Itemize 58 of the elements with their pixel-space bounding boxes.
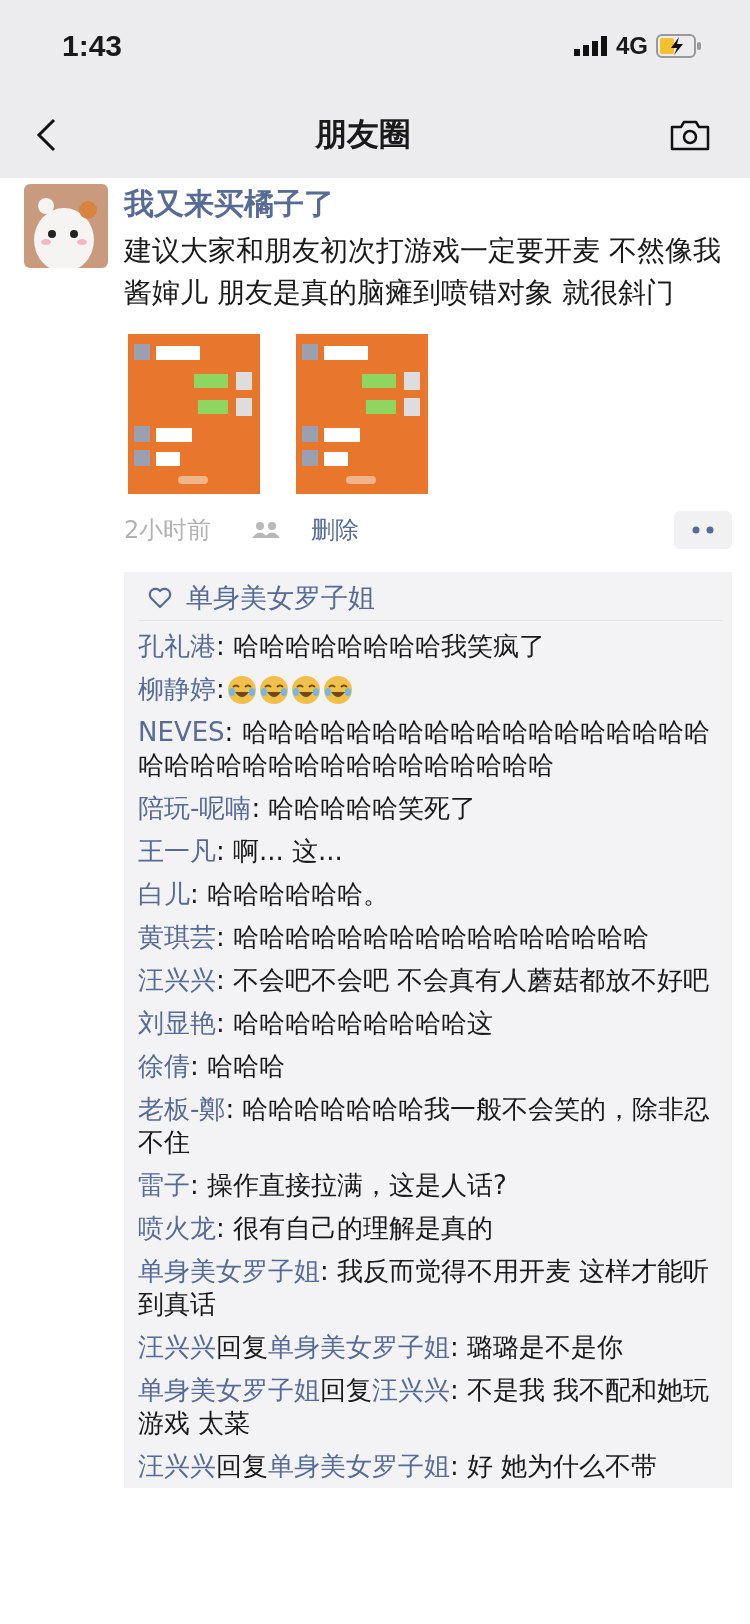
author-name-link[interactable]: 我又来买橘子了 [124, 184, 732, 224]
comment-text: 黄琪芸: 哈哈哈哈哈哈哈哈哈哈哈哈哈哈哈哈 [138, 921, 651, 954]
laughing-emoji-icon [290, 674, 321, 705]
comment-text: 雷子: 操作直接拉满，这是人话? [138, 1169, 508, 1202]
comment-text: NEVES: 哈哈哈哈哈哈哈哈哈哈哈哈哈哈哈哈哈哈哈哈哈哈哈哈哈哈哈哈哈哈哈哈哈哈 [138, 716, 711, 782]
page-title: 朋友圈 [315, 114, 411, 155]
signal-icon [574, 36, 608, 56]
comment-text: 喷火龙: 很有自己的理解是真的 [138, 1212, 495, 1245]
commenter-name-link[interactable]: 单身美女罗子姐 [138, 1375, 320, 1405]
commenter-name-link[interactable]: 汪兴兴 [138, 965, 216, 995]
post-time: 2小时前 [124, 515, 212, 546]
commenter-name-link[interactable]: NEVES [138, 717, 225, 747]
comment-text: 老板-鄭: 哈哈哈哈哈哈哈我一般不会笑的，除非忍不住 [138, 1093, 712, 1159]
comment-text: 汪兴兴回复单身美女罗子姐: 好 她为什么不带 [138, 1450, 659, 1483]
status-time: 1:43 [62, 29, 123, 63]
comment-text: 刘显艳: 哈哈哈哈哈哈哈哈哈这 [138, 1007, 495, 1040]
commenter-name-link[interactable]: 陪玩-呢喃 [138, 793, 252, 823]
commenter-name-link[interactable]: 徐倩 [138, 1051, 190, 1081]
commenter-name-link[interactable]: 刘显艳 [138, 1008, 216, 1038]
comment-text: 孔礼港: 哈哈哈哈哈哈哈哈我笑疯了 [138, 630, 547, 663]
dots-icon [692, 526, 714, 534]
delete-link[interactable]: 删除 [311, 514, 360, 546]
laughing-emoji-icon [226, 674, 257, 705]
commenter-name-link[interactable]: 汪兴兴 [138, 1451, 216, 1481]
comment-text: 汪兴兴回复单身美女罗子姐: 璐璐是不是你 [138, 1331, 625, 1364]
hamster-avatar-icon[interactable] [24, 184, 108, 268]
commenter-name-link[interactable]: 汪兴兴 [138, 1332, 216, 1362]
comment-text: 汪兴兴: 不会吧不会吧 不会真有人蘑菇都放不好吧 [138, 964, 711, 997]
reply-target-link[interactable]: 汪兴兴 [372, 1375, 450, 1405]
comment-text: 单身美女罗子姐回复汪兴兴: 不是我 我不配和她玩游戏 太菜 [138, 1374, 711, 1440]
friends-icon [251, 521, 282, 539]
commenter-name-link[interactable]: 黄琪芸 [138, 922, 216, 952]
battery-charging-icon [656, 34, 702, 58]
comment-text: 单身美女罗子姐: 我反而觉得不用开麦 这样才能听到真话 [138, 1255, 711, 1321]
commenter-name-link[interactable]: 雷子 [138, 1170, 190, 1200]
laughing-emoji-icon [258, 674, 289, 705]
comment-text: 陪玩-呢喃: 哈哈哈哈哈笑死了 [138, 792, 478, 825]
reply-target-link[interactable]: 单身美女罗子姐 [268, 1332, 450, 1362]
commenter-name-link[interactable]: 孔礼港 [138, 631, 216, 661]
post-text: 建议大家和朋友初次打游戏一定要开麦 不然像我酱婶儿 朋友是真的脑瘫到喷错对象 就很斜门 [124, 233, 722, 311]
more-button[interactable] [674, 511, 732, 549]
back-icon[interactable] [36, 118, 56, 152]
heart-icon [148, 587, 172, 609]
reply-target-link[interactable]: 单身美女罗子姐 [268, 1451, 450, 1481]
commenter-name-link[interactable]: 单身美女罗子姐 [138, 1256, 320, 1286]
commenter-name-link[interactable]: 白儿 [138, 879, 190, 909]
commenter-name-link[interactable]: 王一凡 [138, 836, 216, 866]
camera-icon[interactable] [670, 119, 710, 151]
commenter-name-link[interactable]: 喷火龙 [138, 1213, 216, 1243]
network-label: 4G [616, 32, 648, 60]
laughing-emoji-icon [322, 674, 353, 705]
comment-text: 王一凡: 啊... 这... [138, 835, 344, 868]
comment-text: 柳静婷: [138, 673, 225, 706]
liker-name-link[interactable]: 单身美女罗子姐 [186, 580, 375, 616]
comment-text: 白儿: 哈哈哈哈哈哈。 [138, 878, 391, 911]
commenter-name-link[interactable]: 柳静婷 [138, 674, 216, 704]
comment-text: 徐倩: 哈哈哈 [138, 1050, 287, 1083]
commenter-name-link[interactable]: 老板-鄭 [138, 1094, 226, 1124]
